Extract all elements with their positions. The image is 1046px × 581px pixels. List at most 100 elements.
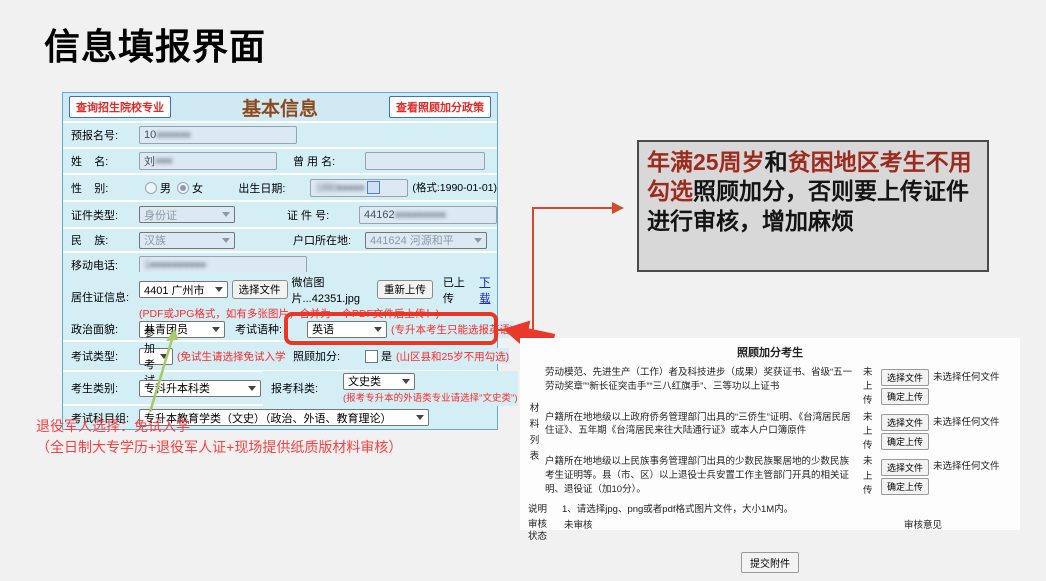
material-status: 未上传 — [863, 455, 877, 498]
birth-label: 出生日期: — [238, 180, 310, 196]
materials-area: 材料列表 劳动模范、先进生产（工作）者及科技进步（成果）奖获证书、省级“五一劳动… — [528, 366, 1012, 500]
material-text: 户籍所在地地级以上政府侨务管理部门出具的“三侨生”证明、《台湾居民居住证》、五年… — [545, 411, 863, 454]
form-header: 查询招生院校专业 基本信息 查看照顾加分政策 — [63, 93, 497, 121]
idno-label: 证 件 号: — [287, 207, 359, 223]
name-label: 姓 名: — [71, 153, 139, 169]
material-row: 劳动模范、先进生产（工作）者及科技进步（成果）奖获证书、省级“五一劳动奖章”“新… — [545, 366, 1021, 409]
examtype-note: (免试生请选择免试入学) — [177, 349, 289, 364]
residence-download-link[interactable]: 下载 — [479, 274, 497, 306]
idtype-select[interactable]: 身份证 — [139, 206, 235, 223]
political-label: 政治面貌: — [71, 321, 139, 337]
residence-choose-file-button[interactable]: 选择文件 — [232, 280, 288, 299]
choose-file-button[interactable]: 选择文件 — [881, 459, 929, 476]
idno-masked: ●●●●●●●●● — [395, 209, 446, 221]
chevron-down-icon — [402, 379, 410, 384]
confirm-upload-button[interactable]: 确定上传 — [881, 478, 929, 495]
row-residence: 居住证信息: 4401 广州市 选择文件 微信图片...42351.jpg 重新… — [63, 278, 497, 316]
confirm-upload-button[interactable]: 确定上传 — [881, 433, 929, 450]
gender-male-radio[interactable] — [145, 182, 157, 194]
nation-select[interactable]: 汉族 — [139, 232, 235, 249]
chevron-down-icon — [222, 238, 230, 243]
annotation-black-2: 照顾加分，否则要上传证件进行审核，增加麻烦 — [647, 178, 969, 233]
annotation-connector-arrowhead-icon — [612, 202, 624, 214]
row-idtype-idno: 证件类型: 身份证 证 件 号: 44162 ●●●●●●●●● — [63, 202, 497, 227]
choose-file-button[interactable]: 选择文件 — [881, 414, 929, 431]
no-file-text: 未选择任何文件 — [933, 371, 1000, 385]
bonus-panel-title: 照顾加分考生 — [528, 346, 1012, 362]
examinee-cat-select[interactable]: 专科升本科类 — [139, 380, 261, 397]
chevron-down-icon — [416, 415, 424, 420]
residence-filename: 微信图片...42351.jpg — [292, 274, 373, 306]
residence-note: (PDF或JPG格式，如有多张图片，合并为一个PDF文件后上传！) — [139, 306, 497, 321]
examtype-value: 参加考试 — [144, 324, 155, 388]
name-masked: ●●● — [155, 155, 172, 167]
row-examtype-bonus: 考试类型: 参加考试 (免试生请选择免试入学) 照顾加分: 是 (山区县和25岁… — [63, 342, 497, 370]
nation-value: 汉族 — [144, 232, 166, 248]
no-file-text: 未选择任何文件 — [933, 460, 1000, 474]
language-select[interactable]: 英语 — [307, 321, 387, 338]
birth-masked: ●●●●● — [336, 182, 364, 194]
chevron-down-icon — [374, 327, 382, 332]
material-text: 劳动模范、先进生产（工作）者及科技进步（成果）奖获证书、省级“五一劳动奖章”“新… — [545, 366, 863, 409]
chevron-down-icon — [474, 238, 482, 243]
examtype-select[interactable]: 参加考试 — [139, 348, 173, 365]
veteran-note-line1: 退役军人选择：免试入学 — [36, 416, 402, 437]
calendar-icon[interactable] — [367, 181, 380, 194]
submit-attachment-button[interactable]: 提交附件 — [741, 552, 799, 573]
birth-input[interactable]: 1990 ●●●●● — [310, 179, 408, 197]
page: 信息填报界面 查询招生院校专业 基本信息 查看照顾加分政策 预报名号: 10 ●… — [0, 0, 1046, 581]
residence-city-value: 4401 广州市 — [144, 282, 205, 298]
prereg-masked: ●●●●●● — [156, 129, 190, 141]
audit-row: 审核状态 未审核 审核意见 — [528, 519, 1012, 544]
gender-male-label: 男 — [160, 180, 171, 196]
page-title: 信息填报界面 — [44, 18, 266, 70]
residence-city-select[interactable]: 4401 广州市 — [139, 281, 228, 298]
row-nation-hukou: 民 族: 汉族 户口所在地: 441624 河源和平 — [63, 229, 497, 251]
apply-cat-select[interactable]: 文史类 — [343, 373, 415, 390]
basic-info-form: 查询招生院校专业 基本信息 查看照顾加分政策 预报名号: 10 ●●●●●● 姓… — [62, 92, 498, 430]
veteran-note-line2: （全日制大专学历+退役军人证+现场提供纸质版材料审核） — [36, 437, 402, 458]
language-label: 考试语种: — [235, 321, 307, 337]
name-input[interactable]: 刘 ●●● — [139, 152, 277, 170]
gender-female-radio[interactable] — [177, 182, 189, 194]
prereg-label: 预报名号: — [71, 127, 139, 143]
chevron-down-icon — [215, 287, 223, 292]
chevron-down-icon — [160, 354, 168, 359]
material-row: 户籍所在地地级以上民族事务管理部门出具的少数民族聚居地的少数民族考生证明等。县（… — [545, 455, 1021, 498]
prereg-input[interactable]: 10 ●●●●●● — [139, 126, 297, 144]
language-value: 英语 — [312, 321, 334, 337]
idno-input[interactable]: 44162 ●●●●●●●●● — [359, 206, 497, 224]
bonus-checkbox[interactable] — [365, 350, 378, 363]
annotation-connector-line — [498, 208, 612, 330]
panel-note-label: 说明 — [528, 503, 562, 517]
idno-visible: 44162 — [364, 209, 395, 221]
gender-female-label: 女 — [192, 180, 203, 196]
audit-status-value: 未审核 — [564, 519, 904, 533]
view-policy-button[interactable]: 查看照顾加分政策 — [389, 96, 491, 118]
hukou-label: 户口所在地: — [293, 232, 365, 248]
row-examinee-apply: 考生类别: 专科升本科类 报考科类: 文史类 (报考专升本的外语类专业请选择"文… — [63, 372, 497, 404]
row-political-language: 政治面貌: 共青团员 考试语种: 英语 (专升本考生只能选报英语) — [63, 318, 497, 340]
residence-reupload-button[interactable]: 重新上传 — [377, 280, 433, 299]
hukou-value: 441624 河源和平 — [370, 232, 454, 248]
row-name: 姓 名: 刘 ●●● 曾 用 名: — [63, 149, 497, 173]
birth-visible: 1990 — [315, 182, 335, 194]
confirm-upload-button[interactable]: 确定上传 — [881, 388, 929, 405]
phone-masked: ●●●●●●●●●● — [149, 259, 205, 271]
material-text: 户籍所在地地级以上民族事务管理部门出具的少数民族聚居地的少数民族考生证明等。县（… — [545, 455, 863, 498]
hukou-select[interactable]: 441624 河源和平 — [365, 232, 487, 249]
row-prereg: 预报名号: 10 ●●●●●● — [63, 123, 497, 147]
choose-file-button[interactable]: 选择文件 — [881, 369, 929, 386]
former-name-input[interactable] — [365, 152, 485, 170]
nation-label: 民 族: — [71, 232, 139, 248]
idtype-value: 身份证 — [144, 207, 177, 223]
query-colleges-button[interactable]: 查询招生院校专业 — [69, 96, 171, 118]
name-visible: 刘 — [144, 153, 155, 169]
veteran-note: 退役军人选择：免试入学 （全日制大专学历+退役军人证+现场提供纸质版材料审核） — [36, 416, 402, 458]
annotation-black-1: 和 — [765, 149, 788, 175]
bonus-panel: 照顾加分考生 材料列表 劳动模范、先进生产（工作）者及科技进步（成果）奖获证书、… — [520, 338, 1020, 530]
language-note: (专升本考生只能选报英语) — [391, 322, 514, 337]
panel-note-text: 1、请选择jpg、png或者pdf格式图片文件，大小1M内。 — [562, 503, 793, 517]
birth-format-note: (格式:1990-01-01) — [412, 180, 497, 195]
prereg-visible: 10 — [144, 129, 156, 141]
